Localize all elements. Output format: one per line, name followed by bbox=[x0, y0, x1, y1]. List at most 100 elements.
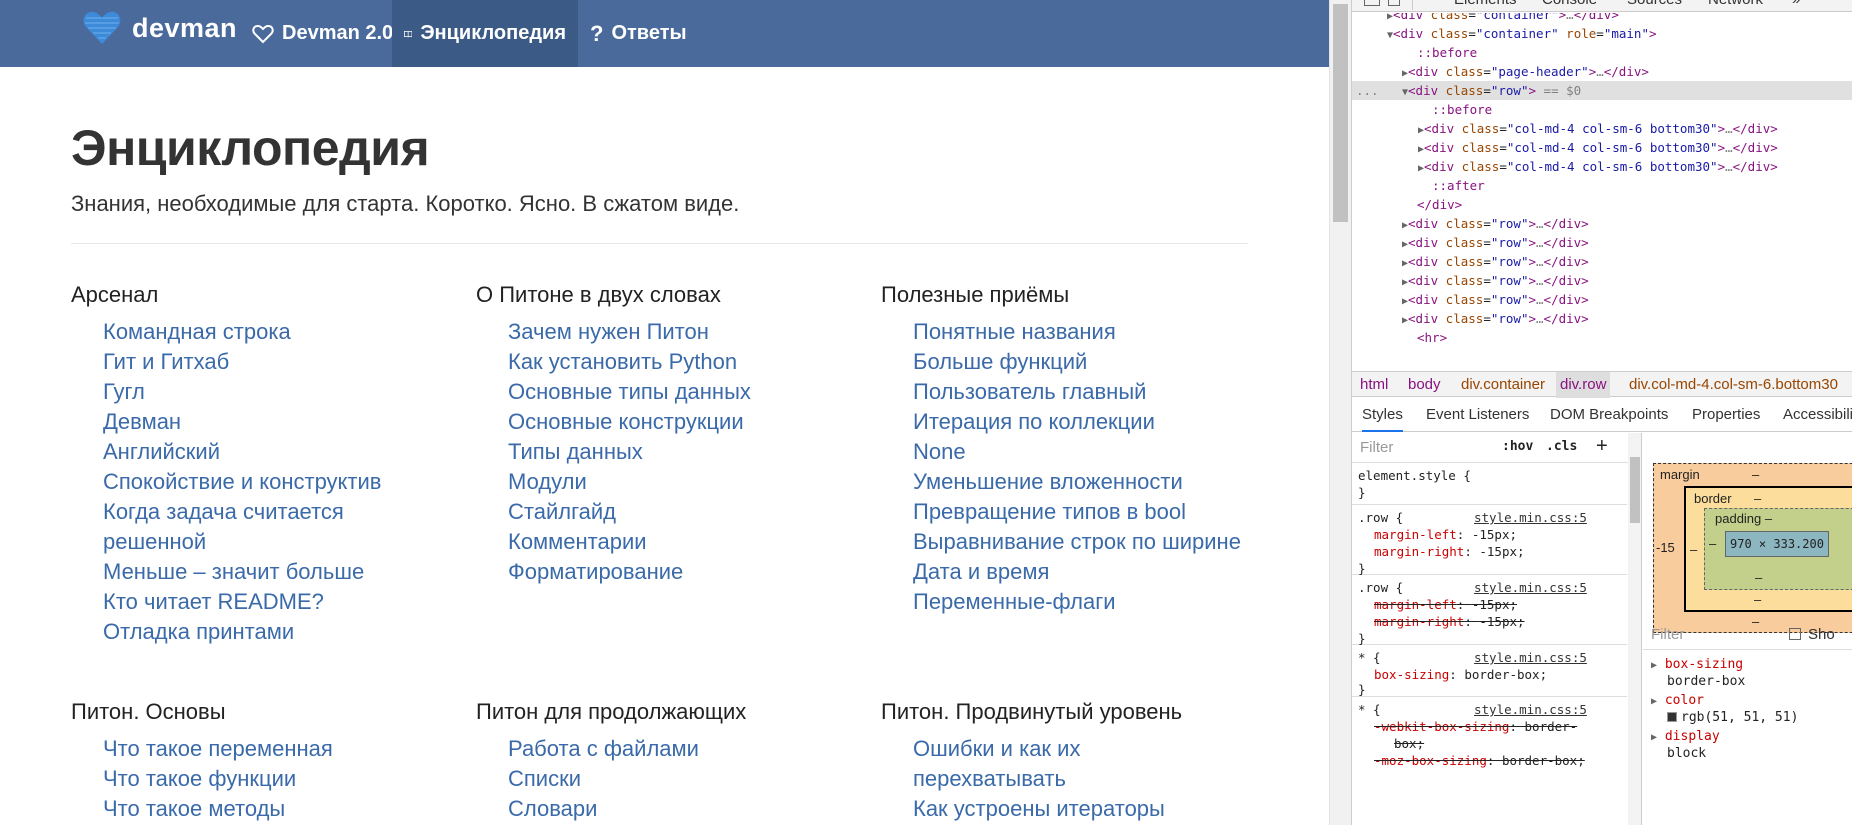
border-top-value[interactable]: – bbox=[1754, 491, 1761, 506]
encyclopedia-link[interactable]: Отладка принтами bbox=[103, 617, 471, 647]
dom-node-hr[interactable]: <hr> bbox=[1417, 328, 1447, 347]
dom-node-selected-row[interactable]: ... ▼<div class="row"> == $0 bbox=[1352, 81, 1852, 100]
dom-node-row[interactable]: ▶<div class="row">…</div> bbox=[1402, 309, 1589, 328]
dom-node-row[interactable]: ▶<div class="row">…</div> bbox=[1402, 233, 1589, 252]
encyclopedia-link[interactable]: Переменные-флаги bbox=[913, 587, 1281, 617]
padding-left-value[interactable]: – bbox=[1709, 536, 1716, 551]
encyclopedia-link[interactable]: Гит и Гитхаб bbox=[103, 347, 471, 377]
encyclopedia-link[interactable]: Модули bbox=[508, 467, 876, 497]
tab-event-listeners[interactable]: Event Listeners bbox=[1426, 406, 1529, 423]
encyclopedia-link[interactable]: Работа с файлами bbox=[508, 734, 876, 764]
computed-property[interactable]: ▶ box-sizing bbox=[1651, 656, 1743, 673]
encyclopedia-link[interactable]: Дата и время bbox=[913, 557, 1281, 587]
page-scrollbar[interactable] bbox=[1329, 0, 1351, 825]
brand-link[interactable]: devman bbox=[82, 8, 237, 48]
box-content-size[interactable]: 970 × 333.200 bbox=[1725, 531, 1829, 557]
encyclopedia-link[interactable]: Кто читает README? bbox=[103, 587, 471, 617]
selector[interactable]: * { bbox=[1358, 701, 1381, 718]
breadcrumb-row[interactable]: div.row bbox=[1556, 372, 1611, 398]
tab-elements[interactable]: Elements bbox=[1454, 0, 1517, 8]
encyclopedia-link[interactable]: Выравнивание строк по ширине bbox=[913, 527, 1281, 557]
declaration-overridden[interactable]: -moz-box-sizing: border-box; bbox=[1374, 752, 1585, 769]
source-link[interactable]: style.min.css:5 bbox=[1474, 509, 1587, 526]
encyclopedia-link[interactable]: Форматирование bbox=[508, 557, 876, 587]
dom-pseudo-after[interactable]: ::after bbox=[1432, 176, 1485, 195]
encyclopedia-link[interactable]: Что такое методы bbox=[103, 794, 471, 824]
breadcrumb-col[interactable]: div.col-md-4.col-sm-6.bottom30 bbox=[1629, 376, 1838, 393]
hov-toggle[interactable]: :hov bbox=[1502, 439, 1533, 454]
encyclopedia-link[interactable]: Уменьшение вложенности bbox=[913, 467, 1281, 497]
encyclopedia-link[interactable]: решенной bbox=[103, 527, 471, 557]
declaration[interactable]: margin-left: -15px; bbox=[1374, 526, 1517, 543]
dom-node-col[interactable]: ▶<div class="col-md-4 col-sm-6 bottom30"… bbox=[1418, 138, 1778, 157]
dom-close-tag[interactable]: </div> bbox=[1417, 195, 1462, 214]
encyclopedia-link[interactable]: None bbox=[913, 437, 1281, 467]
tab-sources[interactable]: Sources bbox=[1627, 0, 1682, 8]
inspect-icon[interactable] bbox=[1364, 0, 1380, 6]
encyclopedia-link[interactable]: Спокойствие и конструктив bbox=[103, 467, 471, 497]
nav-answers[interactable]: ? Ответы bbox=[578, 0, 699, 67]
declaration-overridden[interactable]: margin-left: -15px; bbox=[1374, 596, 1517, 613]
encyclopedia-link[interactable]: Ошибки и как их bbox=[913, 734, 1281, 764]
tab-console[interactable]: Console bbox=[1542, 0, 1597, 8]
box-padding[interactable]: padding – – – 970 × 333.200 bbox=[1704, 508, 1852, 590]
encyclopedia-link[interactable]: Командная строка bbox=[103, 317, 471, 347]
declaration[interactable]: margin-right: -15px; bbox=[1374, 543, 1525, 560]
encyclopedia-link[interactable]: Как устроены итераторы bbox=[913, 794, 1281, 824]
nav-encyclopedia[interactable]: Энциклопедия bbox=[392, 0, 578, 67]
encyclopedia-link[interactable]: Основные типы данных bbox=[508, 377, 876, 407]
dom-pseudo-before[interactable]: ::before bbox=[1417, 43, 1477, 62]
source-link[interactable]: style.min.css:5 bbox=[1474, 649, 1587, 666]
tab-properties[interactable]: Properties bbox=[1692, 406, 1760, 423]
encyclopedia-link[interactable]: Как установить Python bbox=[508, 347, 876, 377]
encyclopedia-link[interactable]: Больше функций bbox=[913, 347, 1281, 377]
nav-devman-2[interactable]: Devman 2.0 bbox=[240, 0, 405, 67]
encyclopedia-link[interactable]: Стайлгайд bbox=[508, 497, 876, 527]
dom-node[interactable]: ▶<div class="container">…</div> bbox=[1387, 13, 1619, 24]
encyclopedia-link[interactable]: Пользователь главный bbox=[913, 377, 1281, 407]
box-border[interactable]: border – – – padding – – – 970 × 333.200 bbox=[1684, 486, 1852, 612]
encyclopedia-link[interactable]: Когда задача считается bbox=[103, 497, 471, 527]
computed-property[interactable]: ▶ color bbox=[1651, 692, 1704, 709]
encyclopedia-link[interactable]: Типы данных bbox=[508, 437, 876, 467]
selector[interactable]: .row { bbox=[1358, 509, 1403, 526]
encyclopedia-link[interactable]: Что такое переменная bbox=[103, 734, 471, 764]
tab-network[interactable]: Network bbox=[1708, 0, 1763, 8]
encyclopedia-link[interactable]: Английский bbox=[103, 437, 471, 467]
selector[interactable]: element.style { bbox=[1358, 467, 1471, 484]
box-margin[interactable]: margin – -15 – border – – – padding – – … bbox=[1653, 463, 1852, 633]
encyclopedia-link[interactable]: Понятные названия bbox=[913, 317, 1281, 347]
encyclopedia-link[interactable]: Меньше – значит больше bbox=[103, 557, 471, 587]
dom-pseudo-before[interactable]: ::before bbox=[1432, 100, 1492, 119]
cls-toggle[interactable]: .cls bbox=[1546, 439, 1577, 454]
more-tabs-icon[interactable]: » bbox=[1792, 0, 1800, 8]
encyclopedia-link[interactable]: перехватывать bbox=[913, 764, 1281, 794]
dom-node-row[interactable]: ▶<div class="row">…</div> bbox=[1402, 271, 1589, 290]
dom-node-row[interactable]: ▶<div class="row">…</div> bbox=[1402, 252, 1589, 271]
encyclopedia-link[interactable]: Основные конструкции bbox=[508, 407, 876, 437]
dom-node-row[interactable]: ▶<div class="row">…</div> bbox=[1402, 290, 1589, 309]
encyclopedia-link[interactable]: Комментарии bbox=[508, 527, 876, 557]
border-left-value[interactable]: – bbox=[1690, 542, 1697, 557]
tab-dom-breakpoints[interactable]: DOM Breakpoints bbox=[1550, 406, 1668, 423]
tab-accessibility[interactable]: Accessibili bbox=[1783, 406, 1852, 423]
declaration-overridden[interactable]: -webkit-box-sizing: border- bbox=[1374, 718, 1577, 735]
encyclopedia-link[interactable]: Девман bbox=[103, 407, 471, 437]
styles-scrollbar-thumb[interactable] bbox=[1630, 457, 1640, 523]
declaration[interactable]: box-sizing: border-box; bbox=[1374, 666, 1547, 683]
device-toolbar-icon[interactable] bbox=[1388, 0, 1400, 6]
encyclopedia-link[interactable]: Превращение типов в bool bbox=[913, 497, 1281, 527]
source-link[interactable]: style.min.css:5 bbox=[1474, 579, 1587, 596]
selector[interactable]: .row { bbox=[1358, 579, 1403, 596]
dom-node-row[interactable]: ▶<div class="row">…</div> bbox=[1402, 214, 1589, 233]
encyclopedia-link[interactable]: Гугл bbox=[103, 377, 471, 407]
dom-node-main[interactable]: ▼<div class="container" role="main"> bbox=[1387, 24, 1657, 43]
tab-styles[interactable]: Styles bbox=[1362, 406, 1403, 432]
source-link[interactable]: style.min.css:5 bbox=[1474, 701, 1587, 718]
dom-node-col[interactable]: ▶<div class="col-md-4 col-sm-6 bottom30"… bbox=[1418, 157, 1778, 176]
encyclopedia-link[interactable]: Итерация по коллекции bbox=[913, 407, 1281, 437]
dom-node-col[interactable]: ▶<div class="col-md-4 col-sm-6 bottom30"… bbox=[1418, 119, 1778, 138]
margin-left-value[interactable]: -15 bbox=[1656, 540, 1675, 555]
computed-property[interactable]: ▶ display bbox=[1651, 728, 1720, 745]
computed-filter-input[interactable]: Filter bbox=[1651, 626, 1684, 643]
